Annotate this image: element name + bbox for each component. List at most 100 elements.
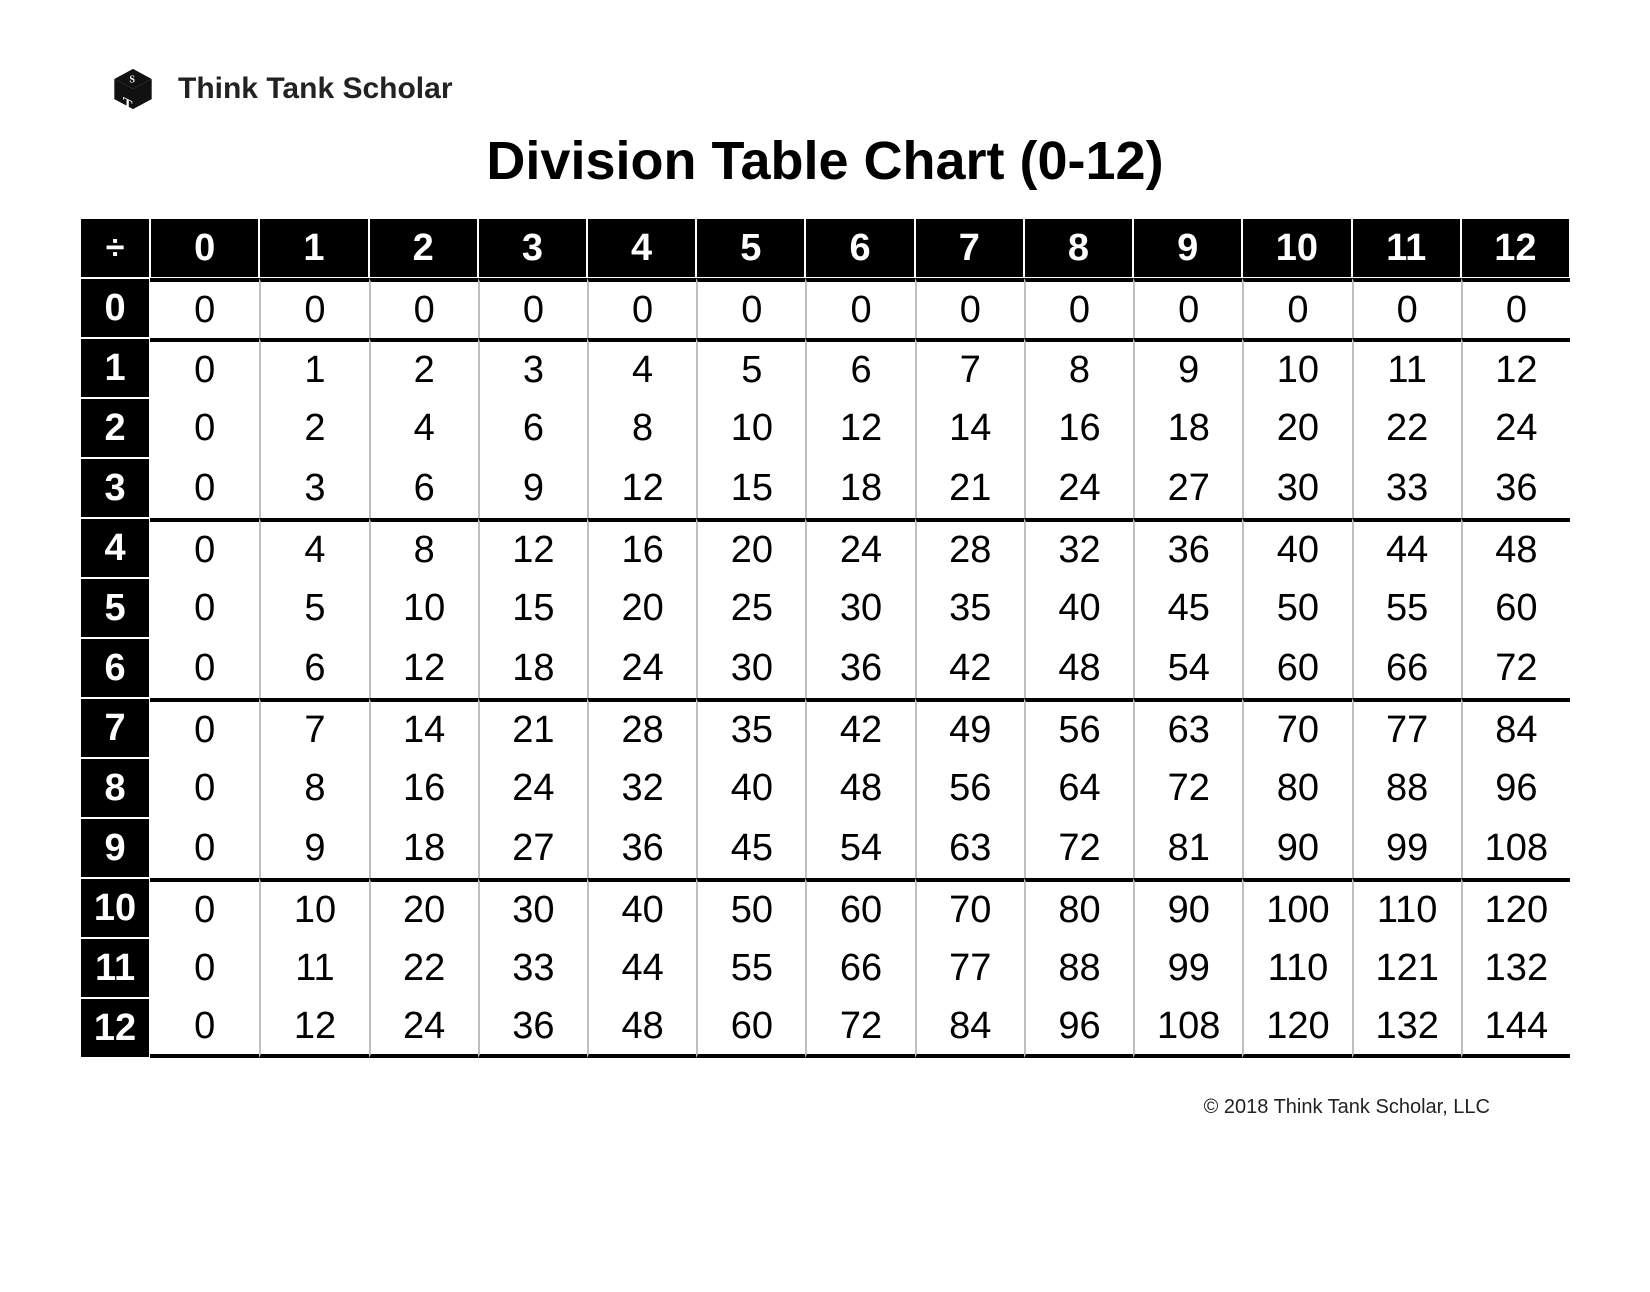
cell: 144 [1461,998,1570,1058]
cell: 100 [1242,878,1351,938]
cell: 64 [1024,758,1133,818]
row-header: 3 [80,458,150,518]
cell: 36 [1133,518,1242,578]
cell: 45 [696,818,805,878]
cell: 12 [587,458,696,518]
cell: 72 [805,998,914,1058]
cell: 70 [1242,698,1351,758]
cell: 44 [1352,518,1461,578]
cell: 0 [150,578,259,638]
cell: 0 [150,518,259,578]
cell: 6 [259,638,368,698]
division-table: ÷ 0 1 2 3 4 5 6 7 8 9 10 11 12 000000000… [80,218,1570,1058]
cell: 99 [1352,818,1461,878]
row-header: 5 [80,578,150,638]
cell: 2 [259,398,368,458]
cell: 18 [1133,398,1242,458]
cell: 2 [369,338,478,398]
cell: 30 [478,878,587,938]
cell: 40 [1024,578,1133,638]
cell: 0 [150,338,259,398]
cell: 36 [1461,458,1570,518]
cell: 99 [1133,938,1242,998]
cell: 4 [369,398,478,458]
cell: 21 [478,698,587,758]
row-header: 9 [80,818,150,878]
cell: 24 [587,638,696,698]
cell: 49 [915,698,1024,758]
svg-text:S: S [129,75,135,86]
cell: 36 [587,818,696,878]
cell: 0 [805,278,914,338]
cell: 0 [1024,278,1133,338]
cell: 25 [696,578,805,638]
page: T T S Think Tank Scholar Division Table … [0,0,1650,1292]
col-header: 3 [478,218,587,278]
cell: 6 [369,458,478,518]
cell: 121 [1352,938,1461,998]
cell: 18 [478,638,587,698]
cell: 24 [1461,398,1570,458]
cell: 14 [369,698,478,758]
cell: 110 [1352,878,1461,938]
table-header: ÷ 0 1 2 3 4 5 6 7 8 9 10 11 12 [80,218,1570,278]
cell: 3 [259,458,368,518]
cell: 80 [1242,758,1351,818]
cell: 36 [805,638,914,698]
cell: 8 [1024,338,1133,398]
cell: 60 [696,998,805,1058]
cell: 10 [259,878,368,938]
cell: 4 [587,338,696,398]
cell: 0 [150,818,259,878]
cell: 60 [1461,578,1570,638]
cell: 27 [478,818,587,878]
col-header: 6 [805,218,914,278]
cell: 15 [478,578,587,638]
cell: 56 [915,758,1024,818]
cell: 32 [587,758,696,818]
col-header: 7 [915,218,1024,278]
cell: 30 [805,578,914,638]
cell: 12 [478,518,587,578]
cell: 90 [1242,818,1351,878]
cell: 9 [478,458,587,518]
cell: 22 [369,938,478,998]
cell: 0 [150,878,259,938]
cell: 28 [915,518,1024,578]
row-header: 8 [80,758,150,818]
table-row: 100102030405060708090100110120 [80,878,1570,938]
cell: 56 [1024,698,1133,758]
cell: 8 [369,518,478,578]
cell: 0 [915,278,1024,338]
cell: 72 [1024,818,1133,878]
table-row: 30369121518212427303336 [80,458,1570,518]
cell: 0 [696,278,805,338]
cell: 20 [587,578,696,638]
col-header: 8 [1024,218,1133,278]
cell: 33 [1352,458,1461,518]
cell: 0 [150,638,259,698]
col-header: 9 [1133,218,1242,278]
cell: 4 [259,518,368,578]
cell: 70 [915,878,1024,938]
cell: 84 [1461,698,1570,758]
cell: 8 [259,758,368,818]
cell: 84 [915,998,1024,1058]
cell: 0 [587,278,696,338]
cell: 45 [1133,578,1242,638]
cell: 72 [1461,638,1570,698]
cell: 35 [915,578,1024,638]
cell: 11 [1352,338,1461,398]
cell: 3 [478,338,587,398]
cell: 1 [259,338,368,398]
cell: 32 [1024,518,1133,578]
header-row: ÷ 0 1 2 3 4 5 6 7 8 9 10 11 12 [80,218,1570,278]
table-row: 1201224364860728496108120132144 [80,998,1570,1058]
cell: 12 [1461,338,1570,398]
cell: 77 [915,938,1024,998]
cell: 12 [259,998,368,1058]
cell: 77 [1352,698,1461,758]
cell: 7 [915,338,1024,398]
cell: 40 [587,878,696,938]
table-row: 2024681012141618202224 [80,398,1570,458]
